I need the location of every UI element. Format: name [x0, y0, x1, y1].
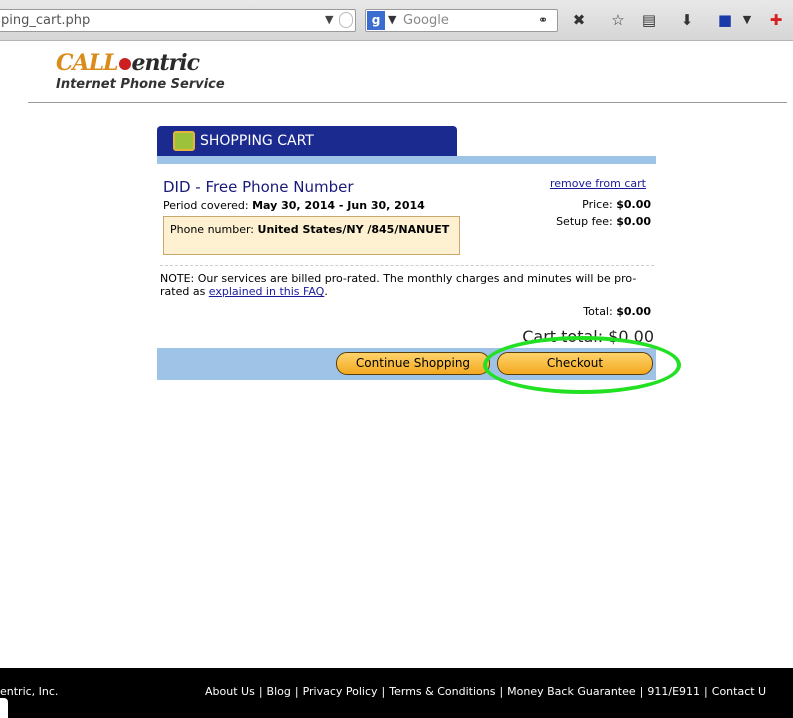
clipboard-icon[interactable]: ▤: [639, 10, 659, 30]
cart-title: SHOPPING CART: [200, 133, 314, 149]
period-covered: Period covered: May 30, 2014 - Jun 30, 2…: [163, 199, 425, 212]
search-input[interactable]: Google: [403, 13, 449, 28]
binoculars-icon[interactable]: ⚭: [538, 13, 548, 27]
logo-tagline: Internet Phone Service: [56, 77, 225, 92]
footer-link-blog[interactable]: Blog: [267, 685, 291, 698]
rss-off-icon[interactable]: ✖: [569, 10, 589, 30]
google-icon[interactable]: g: [367, 11, 385, 30]
logo-wordmark: CALL entric: [56, 50, 200, 76]
chevron-down-icon[interactable]: ▼: [325, 13, 333, 26]
address-bar[interactable]: ping_cart.php ▼: [0, 9, 356, 32]
browser-toolbar: ping_cart.php ▼ g ▼ Google ⚭ ✖ ☆ ▤ ⬇ ■ ▼…: [0, 0, 793, 41]
footer-copyright: entric, Inc.: [0, 685, 59, 698]
footer: entric, Inc. About Us | Blog | Privacy Polic…: [0, 668, 793, 718]
download-icon[interactable]: ⬇: [677, 10, 697, 30]
cart-header: SHOPPING CART: [157, 126, 457, 156]
footer-links: About Us | Blog | Privacy Policy | Terms & Con…: [205, 685, 767, 698]
footer-link-terms[interactable]: Terms & Conditions: [389, 685, 495, 698]
footer-link-guarantee[interactable]: Money Back Guarantee: [507, 685, 636, 698]
cart-band: [157, 156, 656, 164]
footer-corner: [0, 698, 8, 718]
callcentric-logo[interactable]: CALL entric Internet Phone Service: [56, 50, 225, 92]
item-divider: [160, 265, 654, 266]
star-icon[interactable]: ☆: [608, 10, 628, 30]
addon-icon[interactable]: ✚: [766, 10, 786, 30]
address-text: ping_cart.php: [1, 13, 91, 28]
footer-link-privacy[interactable]: Privacy Policy: [303, 685, 378, 698]
cart-total: Cart total: $0.00: [522, 327, 654, 346]
footer-link-contact[interactable]: Contact U: [712, 685, 766, 698]
header-divider: [28, 102, 787, 103]
footer-link-about[interactable]: About Us: [205, 685, 255, 698]
chevron-down-icon[interactable]: ▼: [388, 13, 396, 26]
shopping-basket-icon: [173, 131, 195, 151]
setup-fee-line: Setup fee: $0.00: [556, 215, 651, 228]
save-icon[interactable]: ■: [715, 10, 735, 30]
chevron-down-icon[interactable]: ▼: [737, 10, 757, 30]
total-line: Total: $0.00: [583, 305, 651, 318]
footer-link-e911[interactable]: 911/E911: [647, 685, 700, 698]
search-bar[interactable]: g ▼ Google ⚭: [365, 9, 558, 32]
remove-from-cart-link[interactable]: remove from cart: [550, 177, 646, 190]
logo-dot-icon: [118, 58, 131, 70]
price-line: Price: $0.00: [582, 198, 651, 211]
item-title: DID - Free Phone Number: [163, 178, 354, 196]
phone-number-box: Phone number: United States/NY /845/NANU…: [163, 216, 460, 255]
checkout-button[interactable]: Checkout: [497, 352, 653, 375]
reload-icon[interactable]: [339, 12, 353, 28]
faq-link[interactable]: explained in this FAQ: [209, 285, 325, 298]
billing-note: NOTE: Our services are billed pro-rated.…: [160, 272, 637, 298]
continue-shopping-button[interactable]: Continue Shopping: [336, 352, 490, 375]
